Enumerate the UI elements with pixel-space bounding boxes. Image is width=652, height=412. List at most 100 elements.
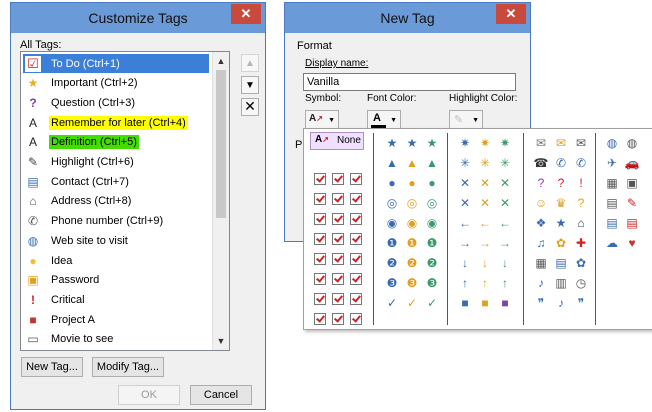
shape-symbol-icon[interactable]: ◎ bbox=[384, 195, 400, 211]
checkbox-symbol-icon[interactable] bbox=[330, 271, 346, 287]
checkbox-symbol-icon[interactable] bbox=[348, 211, 364, 227]
shape-symbol-icon[interactable]: ✓ bbox=[404, 295, 420, 311]
arrow-symbol-icon[interactable]: ■ bbox=[457, 295, 473, 311]
modify-tag-button[interactable]: Modify Tag... bbox=[92, 357, 164, 377]
checkbox-symbol-icon[interactable] bbox=[312, 171, 328, 187]
new-tag-button[interactable]: New Tag... bbox=[21, 357, 83, 377]
highlight-color-dropdown[interactable]: ✎ ▼ bbox=[449, 110, 483, 130]
shape-symbol-icon[interactable]: ● bbox=[424, 175, 440, 191]
tag-list-item[interactable]: ! Critical bbox=[23, 290, 209, 309]
web-symbol-icon[interactable]: ▤ bbox=[604, 195, 620, 211]
checkbox-symbol-icon[interactable] bbox=[312, 211, 328, 227]
checkbox-symbol-icon[interactable] bbox=[312, 271, 328, 287]
tag-list-item[interactable]: ✆ Phone number (Ctrl+9) bbox=[23, 212, 209, 231]
move-up-button[interactable]: ▲ bbox=[241, 54, 259, 72]
misc-symbol-icon[interactable]: ✉ bbox=[573, 135, 589, 151]
misc-symbol-icon[interactable]: ☺ bbox=[533, 195, 549, 211]
shape-symbol-icon[interactable]: ❷ bbox=[404, 255, 420, 271]
delete-tag-button[interactable]: ✕ bbox=[241, 98, 259, 116]
shape-symbol-icon[interactable]: ★ bbox=[424, 135, 440, 151]
arrow-symbol-icon[interactable]: ✷ bbox=[457, 135, 473, 151]
tags-list-scrollbar[interactable]: ▲ ▼ bbox=[212, 52, 229, 350]
arrow-symbol-icon[interactable]: ↓ bbox=[477, 255, 493, 271]
misc-symbol-icon[interactable]: ✉ bbox=[533, 135, 549, 151]
checkbox-symbol-icon[interactable] bbox=[330, 211, 346, 227]
misc-symbol-icon[interactable]: ✆ bbox=[573, 155, 589, 171]
symbol-palette[interactable]: A↗ None ★ ★ ★ ▲ ▲ ▲ ● ● ● ◎ ◎ ◎ ◉ ◉ ◉ ❶ ❶ ❶ ❷ ❷ ❷ ❸ ❸ ❸ ✓ ✓ ✓ ✷ ✷ ✷ ✳ ✳… bbox=[303, 128, 652, 330]
misc-symbol-icon[interactable]: ♫ bbox=[533, 235, 549, 251]
tag-list-item[interactable]: ▤ Contact (Ctrl+7) bbox=[23, 172, 209, 191]
display-name-input[interactable] bbox=[303, 73, 516, 91]
checkbox-symbol-icon[interactable] bbox=[330, 251, 346, 267]
checkbox-symbol-icon[interactable] bbox=[330, 291, 346, 307]
web-symbol-icon[interactable]: ▦ bbox=[604, 175, 620, 191]
misc-symbol-icon[interactable]: ✿ bbox=[573, 255, 589, 271]
tag-list-item[interactable]: ⌂ Address (Ctrl+8) bbox=[23, 192, 209, 211]
checkbox-symbol-icon[interactable] bbox=[348, 271, 364, 287]
close-button[interactable]: ✕ bbox=[496, 4, 526, 24]
tag-list-item[interactable]: ■ Project A bbox=[23, 310, 209, 329]
web-symbol-icon[interactable]: ◍ bbox=[604, 135, 620, 151]
web-symbol-icon[interactable]: ☁ bbox=[604, 235, 620, 251]
web-symbol-icon[interactable]: ▤ bbox=[604, 215, 620, 231]
shape-symbol-icon[interactable]: ★ bbox=[384, 135, 400, 151]
scroll-thumb[interactable] bbox=[216, 70, 226, 218]
tag-list-item[interactable]: ★ Important (Ctrl+2) bbox=[23, 74, 209, 93]
arrow-symbol-icon[interactable]: ✕ bbox=[497, 195, 513, 211]
shape-symbol-icon[interactable]: ▲ bbox=[424, 155, 440, 171]
shape-symbol-icon[interactable]: ❶ bbox=[424, 235, 440, 251]
misc-symbol-icon[interactable]: ❞ bbox=[573, 295, 589, 311]
misc-symbol-icon[interactable]: ❖ bbox=[533, 215, 549, 231]
shape-symbol-icon[interactable]: ◉ bbox=[404, 215, 420, 231]
misc-symbol-icon[interactable]: ✉ bbox=[553, 135, 569, 151]
tag-list-item[interactable]: ? Question (Ctrl+3) bbox=[23, 93, 209, 112]
arrow-symbol-icon[interactable]: ✕ bbox=[497, 175, 513, 191]
checkbox-symbol-icon[interactable] bbox=[348, 291, 364, 307]
close-button[interactable]: ✕ bbox=[231, 4, 261, 24]
arrow-symbol-icon[interactable]: ✕ bbox=[457, 195, 473, 211]
misc-symbol-icon[interactable]: ! bbox=[573, 175, 589, 191]
checkbox-symbol-icon[interactable] bbox=[348, 171, 364, 187]
misc-symbol-icon[interactable]: ▤ bbox=[553, 255, 569, 271]
arrow-symbol-icon[interactable]: ✷ bbox=[497, 135, 513, 151]
misc-symbol-icon[interactable]: ? bbox=[533, 175, 549, 191]
web-symbol-icon[interactable]: ✎ bbox=[624, 195, 640, 211]
misc-symbol-icon[interactable]: ✿ bbox=[553, 235, 569, 251]
arrow-symbol-icon[interactable]: ✳ bbox=[457, 155, 473, 171]
shape-symbol-icon[interactable]: ◎ bbox=[424, 195, 440, 211]
shape-symbol-icon[interactable]: ▲ bbox=[384, 155, 400, 171]
checkbox-symbol-icon[interactable] bbox=[312, 191, 328, 207]
arrow-symbol-icon[interactable]: ✷ bbox=[477, 135, 493, 151]
arrow-symbol-icon[interactable]: ✕ bbox=[457, 175, 473, 191]
checkbox-symbol-icon[interactable] bbox=[348, 311, 364, 327]
ok-button[interactable]: OK bbox=[118, 385, 180, 405]
tag-list-item[interactable]: A Definition (Ctrl+5) bbox=[23, 133, 209, 152]
shape-symbol-icon[interactable]: ✓ bbox=[384, 295, 400, 311]
shape-symbol-icon[interactable]: ❷ bbox=[384, 255, 400, 271]
cancel-button[interactable]: Cancel bbox=[190, 385, 252, 405]
misc-symbol-icon[interactable]: ♪ bbox=[553, 295, 569, 311]
arrow-symbol-icon[interactable]: ✕ bbox=[477, 175, 493, 191]
tag-list-item[interactable]: ☑ To Do (Ctrl+1) bbox=[23, 54, 209, 73]
arrow-symbol-icon[interactable]: ↑ bbox=[477, 275, 493, 291]
arrow-symbol-icon[interactable]: ✳ bbox=[477, 155, 493, 171]
arrow-symbol-icon[interactable]: ↓ bbox=[457, 255, 473, 271]
shape-symbol-icon[interactable]: ❸ bbox=[404, 275, 420, 291]
web-symbol-icon[interactable]: ◍ bbox=[624, 135, 640, 151]
checkbox-symbol-icon[interactable] bbox=[312, 291, 328, 307]
shape-symbol-icon[interactable]: ✓ bbox=[424, 295, 440, 311]
misc-symbol-icon[interactable]: ▥ bbox=[553, 275, 569, 291]
tag-list-item[interactable]: ▣ Password bbox=[23, 271, 209, 290]
misc-symbol-icon[interactable]: ? bbox=[573, 195, 589, 211]
symbol-dropdown[interactable]: A↗ ▼ bbox=[305, 110, 339, 130]
shape-symbol-icon[interactable]: ★ bbox=[404, 135, 420, 151]
shape-symbol-icon[interactable]: ◉ bbox=[424, 215, 440, 231]
web-symbol-icon[interactable]: 🚗 bbox=[624, 155, 640, 171]
arrow-symbol-icon[interactable]: ↑ bbox=[457, 275, 473, 291]
arrow-symbol-icon[interactable]: ✕ bbox=[477, 195, 493, 211]
shape-symbol-icon[interactable]: ❶ bbox=[384, 235, 400, 251]
arrow-symbol-icon[interactable]: ✳ bbox=[497, 155, 513, 171]
checkbox-symbol-icon[interactable] bbox=[312, 251, 328, 267]
misc-symbol-icon[interactable]: ☎ bbox=[533, 155, 549, 171]
misc-symbol-icon[interactable]: ✚ bbox=[573, 235, 589, 251]
